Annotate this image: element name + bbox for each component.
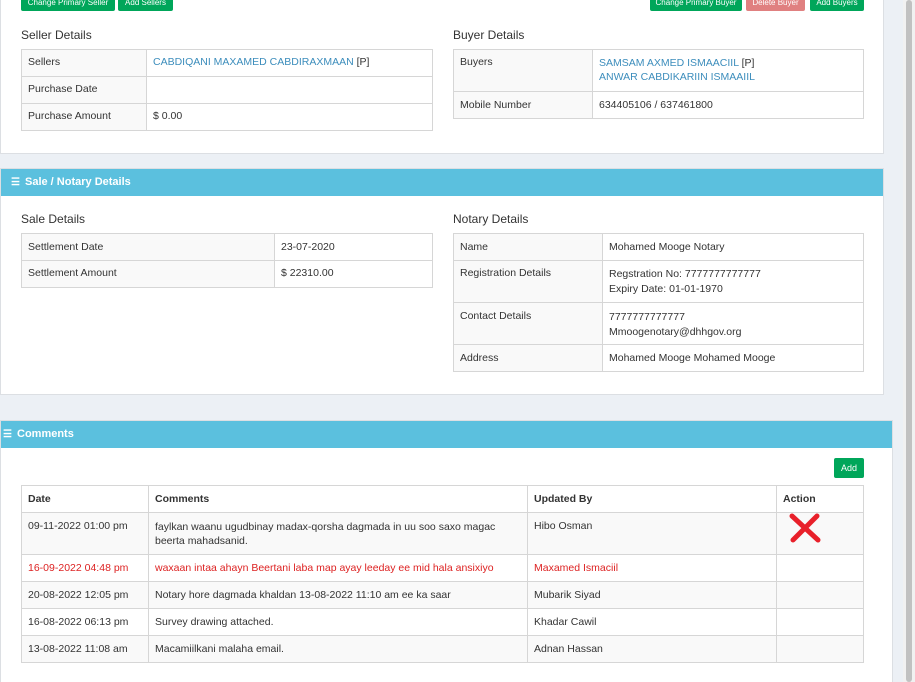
contact-email: Mmoogenotary@dhhgov.org <box>609 326 742 338</box>
comment-text: faylkan waanu ugudbinay madax-qorsha dag… <box>148 512 528 555</box>
column-header-date[interactable]: Date <box>21 485 149 513</box>
column-header-comments[interactable]: Comments <box>148 485 528 513</box>
column-header-updated-by[interactable]: Updated By <box>527 485 777 513</box>
registration-details-value: Regstration No: 7777777777777 Expiry Dat… <box>602 260 864 303</box>
comment-text: Notary hore dagmada khaldan 13-08-2022 1… <box>148 581 528 609</box>
change-primary-buyer-button[interactable]: Change Primary Buyer <box>650 0 742 11</box>
notary-name-value: Mohamed Mooge Notary <box>602 233 864 261</box>
column-header-action: Action <box>776 485 864 513</box>
seller-buyer-panel: Change Primary Seller Add Sellers Change… <box>0 0 884 154</box>
comment-action <box>776 554 864 582</box>
buyer-2-link[interactable]: ANWAR CABDIKARIIN ISMAAIIL <box>599 71 755 83</box>
comment-date: 16-08-2022 06:13 pm <box>21 608 149 636</box>
seller-details-title: Seller Details <box>21 28 92 42</box>
contact-details-value: 7777777777777 Mmoogenotary@dhhgov.org <box>602 302 864 345</box>
purchase-date-value <box>146 76 433 104</box>
purchase-amount-label: Purchase Amount <box>21 103 147 131</box>
comment-action <box>776 581 864 609</box>
table-row: 13-08-2022 11:08 am Macamiilkani malaha … <box>21 635 864 663</box>
comment-date: 13-08-2022 11:08 am <box>21 635 149 663</box>
comment-text: Macamiilkani malaha email. <box>148 635 528 663</box>
mobile-number-value: 634405106 / 637461800 <box>592 91 864 119</box>
comment-action <box>776 512 864 555</box>
expiry-date: Expiry Date: 01-01-1970 <box>609 283 723 295</box>
address-value: Mohamed Mooge Mohamed Mooge <box>602 344 864 372</box>
table-row: 16-09-2022 04:48 pm waxaan intaa ahayn B… <box>21 554 864 582</box>
add-buyers-button[interactable]: Add Buyers <box>810 0 864 11</box>
comment-date: 20-08-2022 12:05 pm <box>21 581 149 609</box>
sale-notary-panel: ☰ Sale / Notary Details Sale Details Sett… <box>0 168 884 395</box>
comment-updated-by: Maxamed Ismaciil <box>527 554 777 582</box>
sale-notary-header: ☰ Sale / Notary Details <box>1 169 883 196</box>
comment-date: 09-11-2022 01:00 pm <box>21 512 149 555</box>
sale-details-title: Sale Details <box>21 212 86 226</box>
sellers-value: CABDIQANI MAXAMED CABDIRAXMAAN [P] <box>146 49 433 77</box>
list-icon: ☰ <box>11 177 20 188</box>
comment-action <box>776 608 864 636</box>
buyers-label: Buyers <box>453 49 593 92</box>
comment-action <box>776 635 864 663</box>
notary-details-table: Name Mohamed Mooge Notary Registration D… <box>453 233 864 372</box>
buyer-details-title: Buyer Details <box>453 28 525 42</box>
buyer-details-table: Buyers SAMSAM AXMED ISMAACIIL [P] ANWAR … <box>453 49 864 119</box>
comment-text: Survey drawing attached. <box>148 608 528 636</box>
primary-flag: [P] <box>356 56 370 68</box>
notary-name-label: Name <box>453 233 603 261</box>
comments-table: Date Comments Updated By Action 09-11-20… <box>21 485 864 663</box>
registration-number: Regstration No: 7777777777777 <box>609 268 761 280</box>
table-row: 16-08-2022 06:13 pm Survey drawing attac… <box>21 608 864 636</box>
add-sellers-button[interactable]: Add Sellers <box>118 0 173 11</box>
settlement-amount-value: $ 22310.00 <box>274 260 433 288</box>
comment-text: waxaan intaa ahayn Beertani laba map aya… <box>148 554 528 582</box>
mobile-number-label: Mobile Number <box>453 91 593 119</box>
delete-buyer-button[interactable]: Delete Buyer <box>746 0 805 11</box>
comment-date: 16-09-2022 04:48 pm <box>21 554 149 582</box>
buyers-value: SAMSAM AXMED ISMAACIIL [P] ANWAR CABDIKA… <box>592 49 864 92</box>
address-label: Address <box>453 344 603 372</box>
comment-updated-by: Mubarik Siyad <box>527 581 777 609</box>
delete-icon[interactable] <box>787 512 823 547</box>
comments-header-title: Comments <box>17 428 74 440</box>
sellers-label: Sellers <box>21 49 147 77</box>
contact-details-label: Contact Details <box>453 302 603 345</box>
notary-details-title: Notary Details <box>453 212 529 226</box>
settlement-amount-label: Settlement Amount <box>21 260 275 288</box>
primary-flag: [P] <box>741 57 755 69</box>
contact-phone: 7777777777777 <box>609 311 685 323</box>
seller-name-link[interactable]: CABDIQANI MAXAMED CABDIRAXMAAN <box>153 56 354 68</box>
settlement-date-label: Settlement Date <box>21 233 275 261</box>
comment-updated-by: Adnan Hassan <box>527 635 777 663</box>
purchase-date-label: Purchase Date <box>21 76 147 104</box>
sale-notary-header-title: Sale / Notary Details <box>25 176 131 188</box>
table-row: 09-11-2022 01:00 pm faylkan waanu ugudbi… <box>21 512 864 555</box>
comment-updated-by: Khadar Cawil <box>527 608 777 636</box>
change-primary-seller-button[interactable]: Change Primary Seller <box>21 0 115 11</box>
sale-details-table: Settlement Date 23-07-2020 Settlement Am… <box>21 233 433 288</box>
list-icon: ☰ <box>3 429 12 440</box>
registration-details-label: Registration Details <box>453 260 603 303</box>
comments-header: ☰ Comments <box>1 421 892 448</box>
table-row: 20-08-2022 12:05 pm Notary hore dagmada … <box>21 581 864 609</box>
comment-updated-by: Hibo Osman <box>527 512 777 555</box>
comments-panel: ☰ Comments Add Date Comments Updated By A… <box>0 420 893 682</box>
seller-details-table: Sellers CABDIQANI MAXAMED CABDIRAXMAAN [… <box>21 49 433 131</box>
buyer-1-link[interactable]: SAMSAM AXMED ISMAACIIL <box>599 57 739 69</box>
add-comment-button[interactable]: Add <box>834 458 864 478</box>
scrollbar-thumb[interactable] <box>906 0 912 682</box>
settlement-date-value: 23-07-2020 <box>274 233 433 261</box>
purchase-amount-value: $ 0.00 <box>146 103 433 131</box>
